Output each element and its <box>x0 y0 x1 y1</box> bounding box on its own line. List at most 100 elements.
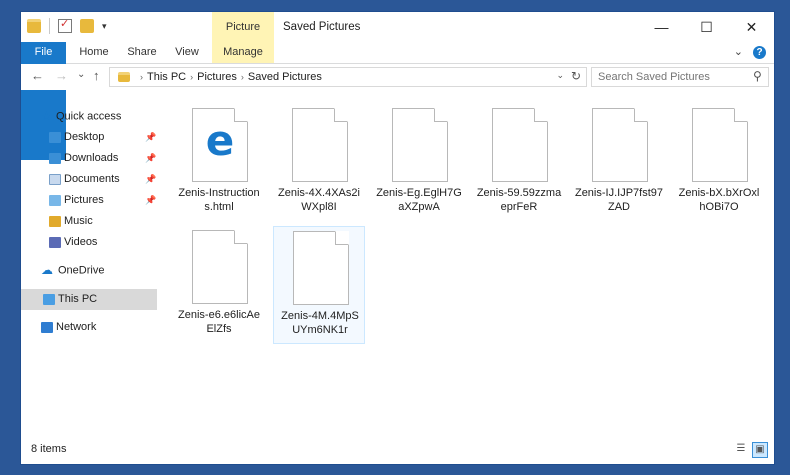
breadcrumb-saved-pictures[interactable]: Saved Pictures <box>248 71 322 83</box>
file-name: Zenis-4M.4MpS UYm6NK1r <box>281 310 359 336</box>
file-item[interactable]: Zenis-4M.4MpS UYm6NK1r <box>273 226 365 344</box>
details-view-icon[interactable]: ☰ <box>733 442 749 458</box>
maximize-button[interactable]: ☐ <box>684 12 729 42</box>
properties-icon[interactable] <box>58 17 72 33</box>
sidebar-item-label: This PC <box>58 293 98 305</box>
sidebar-item-documents[interactable]: Documents 📌 <box>21 169 185 190</box>
file-name: Zenis-4X.4XAs2i WXpl8I <box>278 187 360 213</box>
network-icon <box>41 321 53 333</box>
sidebar-item-pictures[interactable]: Pictures 📌 <box>21 190 185 211</box>
onedrive-cloud-icon: ☁ <box>41 263 53 277</box>
breadcrumb-pictures[interactable]: Pictures <box>197 71 237 83</box>
file-item[interactable]: Zenis-Eg.EglH7G aXZpwA <box>373 104 465 222</box>
toolbar-divider <box>49 18 50 34</box>
quick-access-toolbar: ▾ <box>27 17 107 34</box>
breadcrumb-separator: › <box>140 72 143 82</box>
blank-file-icon <box>692 108 748 182</box>
item-count: 8 items <box>31 443 67 455</box>
sidebar-item-label: Network <box>56 321 97 333</box>
sidebar-item-this-pc[interactable]: This PC <box>21 289 157 310</box>
window-title: Saved Pictures <box>283 21 361 33</box>
file-item[interactable]: Zenis-bX.bXrOxl hOBi7O <box>673 104 765 222</box>
sidebar-item-music[interactable]: Music <box>21 211 185 232</box>
breadcrumb-separator: › <box>240 72 244 82</box>
tab-view[interactable]: View <box>169 42 205 63</box>
tab-home[interactable]: Home <box>74 42 114 63</box>
address-bar[interactable]: › This PC › Pictures › Saved Pictures ⌄ … <box>109 67 587 87</box>
file-name: Zenis-Eg.EglH7G aXZpwA <box>376 187 462 213</box>
tab-share[interactable]: Share <box>123 42 161 63</box>
file-name: Zenis-Instruction s.html <box>178 187 260 213</box>
star-icon: ★ <box>41 109 52 123</box>
folder-icon <box>118 72 130 82</box>
blank-file-icon <box>592 108 648 182</box>
file-item[interactable]: Zenis-IJ.IJP7fst97 ZAD <box>573 104 665 222</box>
file-name: Zenis-bX.bXrOxl hOBi7O <box>678 187 760 213</box>
file-explorer-window: ▾ Picture Tools Saved Pictures — ☐ ✕ Fil… <box>21 12 774 464</box>
pin-icon[interactable]: 📌 <box>145 127 156 148</box>
pin-icon[interactable]: 📌 <box>145 148 156 169</box>
tab-manage[interactable]: Manage <box>212 42 274 63</box>
sidebar-item-downloads[interactable]: Downloads 📌 <box>21 148 185 169</box>
sidebar-item-label: Desktop <box>64 131 105 143</box>
folder-icon[interactable] <box>27 19 41 33</box>
music-folder-icon <box>49 215 61 227</box>
address-dropdown-icon[interactable]: ⌄ <box>556 70 564 81</box>
status-bar: 8 items ☰ ▣ <box>21 438 774 464</box>
blank-file-icon <box>392 108 448 182</box>
sidebar-item-label: Videos <box>64 236 98 248</box>
breadcrumb-separator: › <box>190 72 194 82</box>
minimize-button[interactable]: — <box>639 12 684 42</box>
pin-icon[interactable]: 📌 <box>145 190 156 211</box>
ribbon-right-controls: ⌄ ? <box>734 42 766 63</box>
refresh-icon[interactable]: ↻ <box>571 69 581 83</box>
blank-file-icon <box>292 108 348 182</box>
large-icons-view-icon[interactable]: ▣ <box>752 442 768 458</box>
up-arrow-icon[interactable]: ↑ <box>93 68 100 83</box>
file-item[interactable]: e Zenis-Instruction s.html <box>173 104 265 222</box>
file-name: Zenis-IJ.IJP7fst97 ZAD <box>574 187 664 213</box>
sidebar-item-quick-access[interactable]: ★ Quick access <box>21 106 177 127</box>
expand-ribbon-icon[interactable]: ⌄ <box>734 42 743 63</box>
picture-tools-context-label: Picture Tools <box>212 12 274 63</box>
search-input[interactable] <box>591 67 769 87</box>
computer-icon <box>43 293 55 305</box>
search-icon[interactable]: ⚲ <box>753 69 762 83</box>
address-row: ← → ⌄ ↑ › This PC › Pictures › Saved Pic… <box>21 64 774 90</box>
sidebar-item-desktop[interactable]: Desktop 📌 <box>21 127 185 148</box>
pin-icon[interactable]: 📌 <box>145 169 156 190</box>
edge-browser-icon: e <box>205 116 235 165</box>
recent-locations-icon[interactable]: ⌄ <box>77 69 85 80</box>
close-button[interactable]: ✕ <box>729 12 774 42</box>
sidebar-item-network[interactable]: Network <box>21 317 177 338</box>
file-item[interactable]: Zenis-59.59zzma eprFeR <box>473 104 565 222</box>
sidebar-item-videos[interactable]: Videos <box>21 232 185 253</box>
blank-file-icon <box>192 230 248 304</box>
blank-file-icon <box>492 108 548 182</box>
sidebar-item-onedrive[interactable]: ☁ OneDrive <box>21 260 177 281</box>
forward-arrow-icon[interactable]: → <box>55 68 68 83</box>
pictures-folder-icon <box>49 194 61 206</box>
title-bar: ▾ Picture Tools Saved Pictures — ☐ ✕ <box>21 12 774 63</box>
desktop-folder-icon <box>49 131 61 143</box>
documents-folder-icon <box>49 173 61 185</box>
downloads-folder-icon <box>49 152 61 164</box>
sidebar-item-label: OneDrive <box>58 264 105 277</box>
sidebar-item-label: Pictures <box>64 194 104 206</box>
breadcrumb-this-pc[interactable]: This PC <box>147 71 186 83</box>
sidebar-item-label: Documents <box>64 173 120 185</box>
blank-file-icon <box>293 231 349 305</box>
window-controls: — ☐ ✕ <box>639 12 774 42</box>
file-name: Zenis-59.59zzma eprFeR <box>476 187 562 213</box>
file-name: Zenis-e6.e6licAe ElZfs <box>178 309 260 335</box>
file-item[interactable]: Zenis-4X.4XAs2i WXpl8I <box>273 104 365 222</box>
html-file-icon: e <box>192 108 248 182</box>
sidebar-item-label: Quick access <box>56 110 122 123</box>
file-item[interactable]: Zenis-e6.e6licAe ElZfs <box>173 226 265 344</box>
ribbon-tab-bar: File Home Share View Manage ⌄ ? <box>21 42 774 160</box>
new-folder-icon[interactable] <box>80 19 94 33</box>
help-icon[interactable]: ? <box>753 46 766 59</box>
back-arrow-icon[interactable]: ← <box>31 68 44 83</box>
customize-toolbar-dropdown-icon[interactable]: ▾ <box>102 21 107 32</box>
sidebar-item-label: Music <box>64 215 93 227</box>
